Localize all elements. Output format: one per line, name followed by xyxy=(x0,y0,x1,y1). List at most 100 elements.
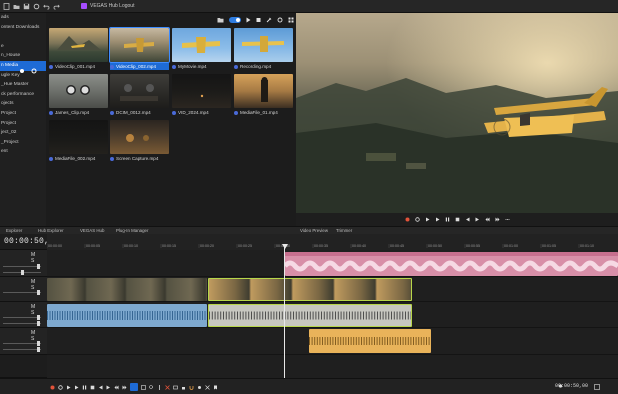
markers-icon[interactable] xyxy=(213,385,218,390)
media-thumbnail[interactable]: VID_2024.mp4 xyxy=(172,74,231,120)
hub-logout[interactable]: VEGAS Hub Logout xyxy=(81,3,134,9)
lock-icon[interactable] xyxy=(181,385,186,390)
timeline-tracks[interactable] xyxy=(47,250,618,378)
media-thumbnail[interactable]: Screen Capture.mp4 xyxy=(110,120,169,166)
snapping-icon[interactable] xyxy=(189,385,194,390)
audio-clip-pink[interactable] xyxy=(285,252,618,276)
level-slider[interactable] xyxy=(3,315,41,320)
record-icon[interactable] xyxy=(405,217,410,222)
tree-item[interactable]: _Project xyxy=(0,138,46,148)
cursor-tool-button[interactable] xyxy=(130,383,138,391)
tools-icon[interactable] xyxy=(266,17,272,23)
media-thumbnail[interactable]: James_Clip.mp4 xyxy=(49,74,108,120)
zoom-tool-icon[interactable] xyxy=(149,384,154,390)
tree-item[interactable]: e xyxy=(0,42,46,52)
next-frame-icon[interactable] xyxy=(106,385,111,390)
rewind-icon[interactable] xyxy=(114,385,119,390)
pause-icon[interactable] xyxy=(82,385,87,390)
play-icon[interactable] xyxy=(246,17,251,23)
delete-icon[interactable] xyxy=(165,384,170,390)
fast-forward-icon[interactable] xyxy=(495,217,500,222)
media-thumbnail[interactable]: VideoClip_001.mp4 xyxy=(49,28,108,74)
media-thumbnail[interactable]: MediaFile_002.mp4 xyxy=(49,120,108,166)
play-icon[interactable] xyxy=(435,217,440,222)
media-thumbnail[interactable]: MyMovie.mp4 xyxy=(172,28,231,74)
pause-icon[interactable] xyxy=(445,217,450,222)
media-thumbnail[interactable]: MediaFile_01.mp4 xyxy=(234,74,293,120)
play-icon[interactable] xyxy=(66,385,71,390)
previous-frame-icon[interactable] xyxy=(98,385,103,390)
slider-knob[interactable] xyxy=(37,347,40,352)
mute-solo-buttons[interactable]: M S xyxy=(31,252,47,264)
trim-icon[interactable] xyxy=(173,385,178,390)
pan-slider[interactable] xyxy=(3,347,41,352)
slider-knob[interactable] xyxy=(21,270,24,275)
slider-knob[interactable] xyxy=(37,264,40,269)
level-slider[interactable] xyxy=(3,290,41,295)
pan-slider[interactable] xyxy=(3,321,41,326)
split-icon[interactable] xyxy=(157,384,162,390)
slider-knob[interactable] xyxy=(37,341,40,346)
tab-hub-explorer[interactable]: Hub Explorer xyxy=(38,228,64,233)
audio-clip-blue[interactable] xyxy=(47,304,207,327)
auto-preview-toggle[interactable] xyxy=(229,16,241,23)
tab-video-preview[interactable]: Video Preview xyxy=(300,228,328,233)
tab-explorer[interactable]: Explorer xyxy=(6,228,22,233)
slider-knob[interactable] xyxy=(37,315,40,320)
playhead-marker-icon[interactable] xyxy=(282,244,288,249)
tree-item[interactable]: ads xyxy=(0,13,46,23)
expand-icon[interactable] xyxy=(594,384,600,390)
tree-item[interactable]: ojects xyxy=(0,99,46,109)
folder-icon[interactable] xyxy=(217,17,224,23)
audio-clip-selected[interactable] xyxy=(208,304,412,327)
timeline-ruler[interactable]: 00:00:00 00:00:05 00:00:10 00:00:15 00:0… xyxy=(46,234,618,250)
tree-item[interactable]: Project xyxy=(0,119,46,129)
tree-item[interactable]: ck performance xyxy=(0,90,46,100)
view-options-icon[interactable] xyxy=(288,17,294,23)
tree-item[interactable]: ontent Downloads xyxy=(0,23,46,33)
more-options-icon[interactable] xyxy=(505,217,510,222)
media-thumbnail[interactable]: DCIM_0012.mp4 xyxy=(110,74,169,120)
auto-crossfade-icon[interactable] xyxy=(205,384,210,390)
redo-icon[interactable] xyxy=(53,3,60,10)
ripple-icon[interactable] xyxy=(197,385,202,390)
playhead[interactable] xyxy=(284,246,285,378)
video-clip-selected[interactable] xyxy=(208,278,412,301)
tree-item[interactable] xyxy=(0,32,46,42)
stop-icon[interactable] xyxy=(455,217,460,222)
media-thumbnail[interactable]: Recording.mp4 xyxy=(234,28,293,74)
tree-item[interactable]: ject_02 xyxy=(0,128,46,138)
settings-icon[interactable] xyxy=(33,3,40,10)
level-slider[interactable] xyxy=(3,341,41,346)
folder-options-icon[interactable] xyxy=(19,68,27,74)
fast-forward-icon[interactable] xyxy=(122,385,127,390)
previous-frame-icon[interactable] xyxy=(465,217,470,222)
loop-icon[interactable] xyxy=(414,217,420,222)
stop-icon[interactable] xyxy=(90,385,95,390)
slider-knob[interactable] xyxy=(37,321,40,326)
open-folder-icon[interactable] xyxy=(13,3,20,10)
level-slider[interactable] xyxy=(3,264,41,269)
record-icon[interactable] xyxy=(50,385,55,390)
pan-slider[interactable] xyxy=(3,270,41,275)
tab-vegas-hub[interactable]: VEGAS Hub xyxy=(80,228,104,233)
play-from-start-icon[interactable] xyxy=(425,217,430,222)
refresh-icon[interactable] xyxy=(277,17,283,23)
video-clip[interactable] xyxy=(47,278,207,301)
next-frame-icon[interactable] xyxy=(475,217,480,222)
tree-item[interactable]: ent xyxy=(0,147,46,157)
gear-icon[interactable] xyxy=(30,68,38,74)
undo-icon[interactable] xyxy=(43,3,50,10)
tab-plugin-manager[interactable]: Plug-In Manager xyxy=(116,228,148,233)
stop-icon[interactable] xyxy=(256,17,261,23)
loop-icon[interactable] xyxy=(58,384,63,390)
tree-item[interactable]: _Hue Master xyxy=(0,80,46,90)
media-thumbnail-selected[interactable]: VideoClip_002.mp4 xyxy=(109,27,170,74)
select-tool-icon[interactable] xyxy=(141,384,146,390)
rewind-icon[interactable] xyxy=(485,217,490,222)
tab-trimmer[interactable]: Trimmer xyxy=(336,228,352,233)
slider-knob[interactable] xyxy=(37,290,40,295)
tree-item[interactable]: n_House xyxy=(0,51,46,61)
tree-item[interactable]: Project xyxy=(0,109,46,119)
play-icon[interactable] xyxy=(74,385,79,390)
